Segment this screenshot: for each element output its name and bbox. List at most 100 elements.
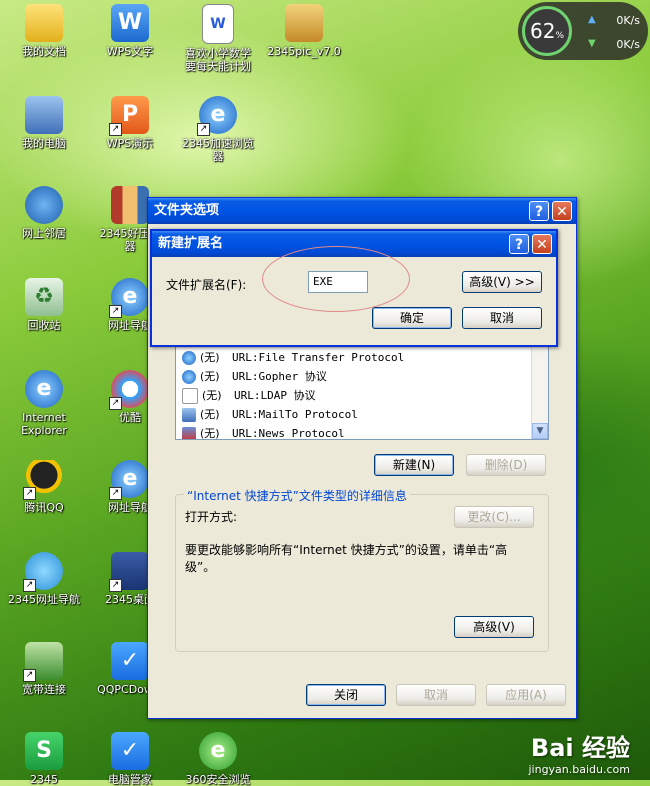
list-row[interactable]: (无) URL:LDAP 协议 <box>176 386 548 405</box>
network-speed-widget[interactable]: 62% ▲ 0K/s ▼ 0K/s <box>518 2 648 60</box>
change-button[interactable]: 更改(C)... <box>454 506 534 528</box>
percent-unit: % <box>555 31 564 41</box>
row-file-type: URL:LDAP 协议 <box>234 389 316 402</box>
close-window-button[interactable]: ✕ <box>552 201 572 221</box>
details-description: 要更改能够影响所有“Internet 快捷方式”的设置，请单击“高级”。 <box>185 543 508 574</box>
desktop-icon-2345-browser[interactable]: e ↗ 2345加速浏览 器 <box>176 96 260 163</box>
row-extension: (无) <box>200 408 220 421</box>
watermark-brand: Bai 经验 <box>530 734 630 762</box>
opens-with-label: 打开方式: <box>185 510 238 524</box>
row-file-type: URL:File Transfer Protocol <box>232 351 405 364</box>
cancel-button[interactable]: 取消 <box>396 684 476 706</box>
desktop-icon-label: 2345pic_v7.0 <box>267 45 341 58</box>
desktop-app-icon: ↗ <box>109 552 149 592</box>
desktop-icon-label: 喜欢小学数学 要每天能计划 <box>185 47 251 73</box>
desktop-icon-label: WPS文字 <box>106 45 154 58</box>
ok-button[interactable]: 确定 <box>372 307 452 329</box>
desktop-icon-label: WPS演示 <box>106 137 154 150</box>
row-file-type: URL:MailTo Protocol <box>232 408 358 421</box>
desktop-icon-2345-nav[interactable]: ↗ 2345网址导航 <box>2 552 86 606</box>
shortcut-arrow-icon: ↗ <box>109 487 122 500</box>
desktop-icon-word-doc[interactable]: W 喜欢小学数学 要每天能计划 <box>176 4 260 73</box>
memory-percent: 62 <box>529 19 556 43</box>
desktop-icon-label: 网上邻居 <box>22 227 66 240</box>
shortcut-arrow-icon: ↗ <box>197 123 210 136</box>
help-button[interactable]: ? <box>509 234 529 254</box>
desktop-icon-broadband[interactable]: ↗ 宽带连接 <box>2 642 86 696</box>
folder-options-titlebar[interactable]: 文件夹选项 ? ✕ <box>148 198 576 224</box>
close-dialog-button[interactable]: ✕ <box>532 234 552 254</box>
cancel-button[interactable]: 取消 <box>462 307 542 329</box>
installer-package-icon <box>285 4 323 42</box>
row-file-type: URL:News Protocol <box>232 427 345 440</box>
row-extension: (无) <box>202 389 222 402</box>
dialog-title: 新建扩展名 <box>158 236 224 251</box>
shortcut-arrow-icon: ↗ <box>109 305 122 318</box>
upload-speed: 0K/s <box>616 14 640 27</box>
wps-writer-icon: W <box>111 4 149 42</box>
desktop-icon-label: 2345加速浏览 器 <box>182 137 254 163</box>
network-places-icon <box>25 186 63 224</box>
recycle-bin-icon: ♻ <box>25 278 63 316</box>
desktop-icon-network[interactable]: 网上邻居 <box>2 186 86 240</box>
new-button[interactable]: 新建(N) <box>374 454 454 476</box>
desktop-icon-my-documents[interactable]: 我的文档 <box>2 4 86 58</box>
ie-url-icon <box>182 370 196 384</box>
row-extension: (无) <box>200 351 220 364</box>
desktop-icon-label: 回收站 <box>27 319 61 332</box>
list-row[interactable]: (无) URL:MailTo Protocol <box>176 405 548 424</box>
qq-bird-icon: ↗ <box>23 552 63 592</box>
desktop-icon-2345-green[interactable]: S 2345 <box>2 732 86 786</box>
advanced-expand-button[interactable]: 高级(V) >> <box>462 271 542 293</box>
highlight-ellipse <box>262 246 410 312</box>
archive-icon <box>111 186 149 224</box>
news-url-icon <box>182 427 196 439</box>
desktop-icon-label: 宽带连接 <box>22 683 66 696</box>
desktop-icon-label: 我的文档 <box>22 45 66 58</box>
scroll-down-icon[interactable]: ▼ <box>532 423 548 439</box>
ldap-url-icon <box>182 388 198 404</box>
shortcut-arrow-icon: ↗ <box>109 579 122 592</box>
youku-icon: ↗ <box>109 370 149 410</box>
desktop-icon-2345pic[interactable]: 2345pic_v7.0 <box>262 4 346 58</box>
advanced-button[interactable]: 高级(V) <box>454 616 534 638</box>
list-row[interactable]: (无) URL:File Transfer Protocol <box>176 348 548 367</box>
row-extension: (无) <box>200 427 220 440</box>
apply-button[interactable]: 应用(A) <box>486 684 566 706</box>
row-file-type: URL:Gopher 协议 <box>232 370 327 383</box>
desktop-icon-qq[interactable]: ↗ 腾讯QQ <box>2 460 86 514</box>
desktop-icon-recycle-bin[interactable]: ♻ 回收站 <box>2 278 86 332</box>
window-title: 文件夹选项 <box>154 203 220 218</box>
desktop-icon-pc-manager[interactable]: ✓ 电脑管家 <box>88 732 172 786</box>
close-button[interactable]: 关闭 <box>306 684 386 706</box>
delete-button[interactable]: 删除(D) <box>466 454 546 476</box>
wps-presentation-icon: P ↗ <box>109 96 149 136</box>
shortcut-arrow-icon: ↗ <box>23 669 36 682</box>
list-scrollbar[interactable]: ▼ <box>531 331 548 439</box>
internet-explorer-icon: e <box>25 370 63 408</box>
desktop-icon-360-browser[interactable]: e 360安全浏览 <box>176 732 260 786</box>
360-browser-icon: e <box>199 732 237 770</box>
shortcut-arrow-icon: ↗ <box>23 579 36 592</box>
extension-field-label: 文件扩展名(F): <box>166 278 247 292</box>
ie-url-icon <box>182 351 196 365</box>
browser-icon: e ↗ <box>197 96 237 136</box>
list-row[interactable]: (无) URL:News Protocol <box>176 424 548 440</box>
qq-penguin-icon: ↗ <box>23 460 63 500</box>
word-document-icon: W <box>202 4 234 44</box>
memory-usage-ring: 62% <box>522 6 572 56</box>
desktop-icon-my-computer[interactable]: 我的电脑 <box>2 96 86 150</box>
details-caption: “Internet 快捷方式”文件类型的详细信息 <box>184 487 410 504</box>
shortcut-arrow-icon: ↗ <box>109 123 122 136</box>
desktop-icon-label: 我的电脑 <box>22 137 66 150</box>
desktop-icon-label: 2345网址导航 <box>8 593 80 606</box>
green-app-icon: S <box>25 732 63 770</box>
help-button[interactable]: ? <box>529 201 549 221</box>
desktop-icon-internet-explorer[interactable]: e Internet Explorer <box>2 370 86 437</box>
my-computer-icon <box>25 96 63 134</box>
broadband-connection-icon: ↗ <box>23 642 63 682</box>
desktop-icon-wps-presentation[interactable]: P ↗ WPS演示 <box>88 96 172 150</box>
list-row[interactable]: (无) URL:Gopher 协议 <box>176 367 548 386</box>
baidu-watermark: Bai 经验 jingyan.baidu.com <box>528 728 630 776</box>
desktop-icon-wps-writer[interactable]: W WPS文字 <box>88 4 172 58</box>
